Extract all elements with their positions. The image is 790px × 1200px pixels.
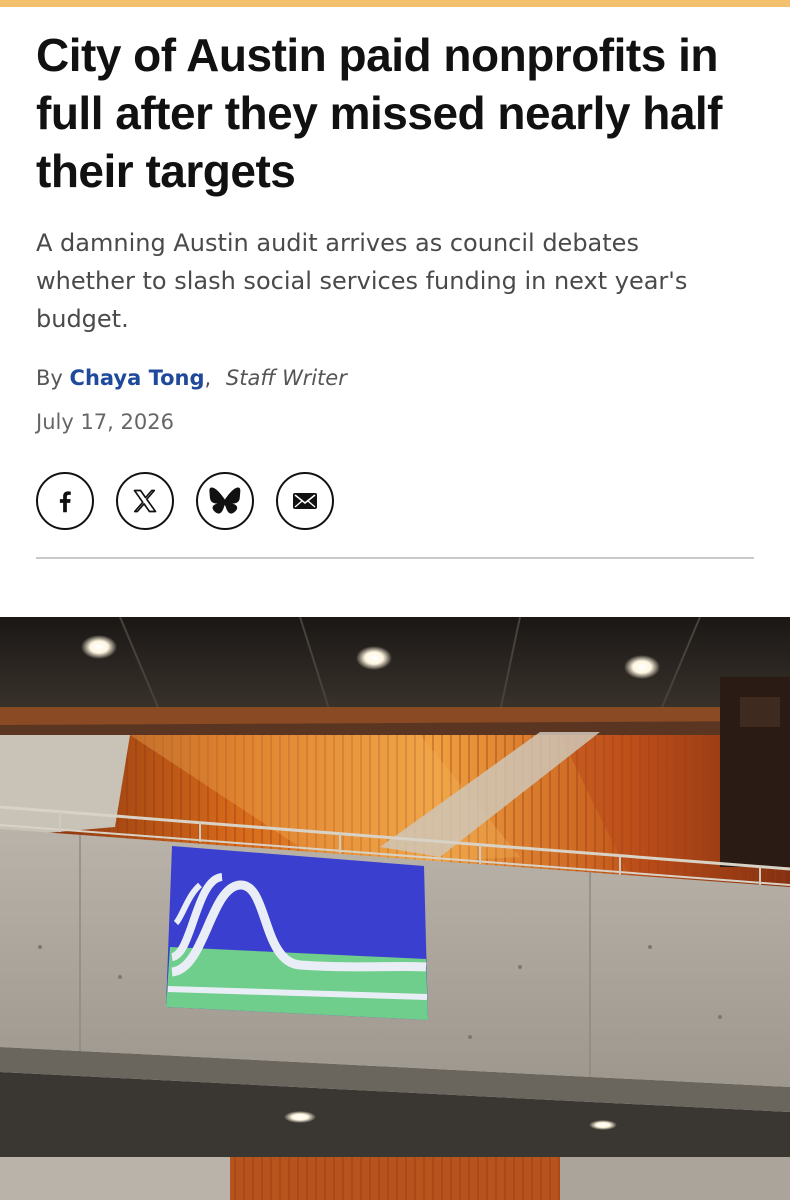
facebook-icon	[59, 491, 71, 513]
x-share-button[interactable]	[116, 472, 174, 530]
share-bar	[36, 472, 334, 530]
top-accent-bar	[0, 0, 790, 7]
author-role: Staff Writer	[225, 366, 347, 390]
author-link[interactable]: Chaya Tong	[70, 366, 205, 390]
email-icon	[293, 493, 317, 509]
austin-flag	[166, 846, 428, 1020]
bluesky-share-button[interactable]	[196, 472, 254, 530]
email-share-button[interactable]	[276, 472, 334, 530]
byline-prefix: By	[36, 366, 63, 390]
section-divider	[36, 557, 754, 559]
byline-separator: ,	[204, 366, 212, 390]
publish-date: July 17, 2026	[36, 410, 174, 434]
article-dek: A damning Austin audit arrives as counci…	[36, 229, 688, 333]
x-icon	[133, 489, 157, 513]
facebook-share-button[interactable]	[36, 472, 94, 530]
article-headline: City of Austin paid nonprofits in full a…	[36, 29, 723, 197]
article-hero-image	[0, 617, 790, 1200]
byline: By Chaya Tong, Staff Writer	[36, 366, 347, 390]
bluesky-icon	[209, 487, 241, 514]
